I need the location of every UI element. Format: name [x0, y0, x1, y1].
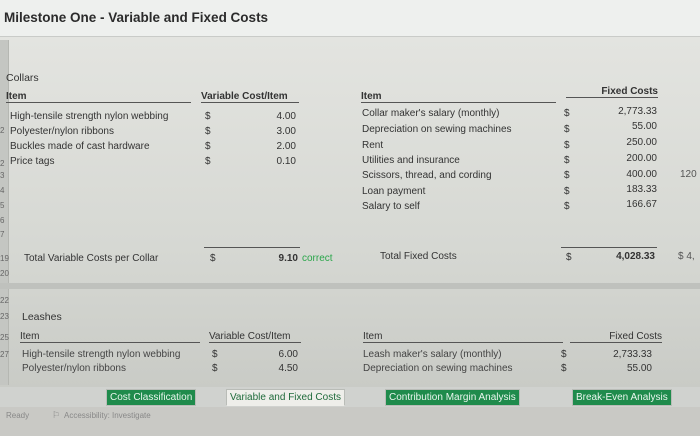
status-bar: Ready ⚐ Accessibility: Investigate: [0, 407, 700, 436]
row-number[interactable]: 2: [0, 126, 4, 135]
currency-symbol: $: [212, 349, 218, 360]
variable-item-label: Polyester/nylon ribbons: [22, 363, 126, 374]
fixed-item-label: Collar maker's salary (monthly): [362, 108, 500, 119]
leashes-item-header: Item: [20, 331, 200, 343]
currency-symbol: $: [564, 140, 570, 151]
variable-item-label: Polyester/nylon ribbons: [10, 126, 114, 137]
fixed-cost-value[interactable]: 400.00: [590, 169, 657, 180]
leashes-fixed-header: Fixed Costs: [570, 331, 662, 343]
fixed-item-label: Leash maker's salary (monthly): [363, 349, 502, 360]
fixed-item-label: Rent: [362, 140, 384, 151]
variable-item-label: Price tags: [10, 156, 55, 167]
fixed-item-label: Salary to self: [362, 201, 420, 212]
status-ready: Ready: [6, 411, 30, 420]
currency-symbol: $: [564, 108, 570, 119]
row-number[interactable]: 20: [0, 269, 9, 278]
currency-symbol: $: [564, 170, 570, 181]
tab-break-even-analysis[interactable]: Break-Even Analysis: [572, 389, 672, 406]
fixed-item-label: Utilities and insurance: [362, 155, 460, 166]
variable-cost-value[interactable]: 4.00: [240, 111, 296, 122]
accessibility-icon[interactable]: ⚐: [52, 410, 60, 421]
fixed-cost-value[interactable]: 55.00: [590, 363, 652, 374]
row-number[interactable]: 23: [0, 312, 9, 321]
fixed-cost-value[interactable]: 200.00: [590, 153, 657, 164]
leashes-section-title: Leashes: [22, 311, 62, 323]
row-number[interactable]: 4: [0, 186, 4, 195]
fixed-cost-value[interactable]: 55.00: [590, 121, 657, 132]
currency-symbol: $: [205, 141, 211, 152]
fixed-cost-value[interactable]: 166.67: [590, 199, 657, 210]
fixed-cost-value[interactable]: 183.33: [590, 184, 657, 195]
tab-contribution-margin-analysis[interactable]: Contribution Margin Analysis: [385, 389, 520, 406]
currency-symbol: $: [561, 349, 567, 360]
sheet-tab-bar: Cost Classification Variable and Fixed C…: [0, 387, 700, 407]
fixed-cost-value[interactable]: 2,733.33: [590, 349, 652, 360]
fixed-item-label: Depreciation on sewing machines: [362, 124, 512, 135]
total-fixed-label: Total Fixed Costs: [380, 251, 457, 262]
row-number[interactable]: 6: [0, 216, 4, 225]
title-bar: Milestone One - Variable and Fixed Costs: [0, 0, 700, 37]
fixed-item-label: Scissors, thread, and cording: [362, 170, 492, 181]
fixed-cost-value[interactable]: 250.00: [590, 137, 657, 148]
row-number[interactable]: 3: [0, 171, 4, 180]
variable-cost-value[interactable]: 6.00: [250, 349, 298, 360]
currency-symbol: $: [205, 111, 211, 122]
page-title: Milestone One - Variable and Fixed Costs: [4, 10, 269, 25]
clipped-cell-value[interactable]: 120: [680, 169, 697, 180]
collars-section-title: Collars: [6, 72, 39, 84]
variable-cost-value[interactable]: 3.00: [240, 126, 296, 137]
row-number[interactable]: 5: [0, 201, 4, 210]
variable-item-label: Buckles made of cast hardware: [10, 141, 150, 152]
collars-fixed-header: Fixed Costs: [566, 86, 658, 98]
collars-variable-header: Variable Cost/Item: [201, 91, 299, 103]
total-underline: [204, 247, 300, 248]
currency-symbol: $: [564, 201, 570, 212]
total-variable-value[interactable]: 9.10: [240, 253, 298, 264]
leashes-variable-header: Variable Cost/Item: [209, 331, 301, 343]
currency-symbol: $: [205, 126, 211, 137]
accessibility-status[interactable]: Accessibility: Investigate: [64, 411, 151, 420]
total-underline: [561, 247, 657, 248]
clipped-cell-value[interactable]: $ 4,: [678, 251, 695, 262]
fixed-cost-value[interactable]: 2,773.33: [590, 106, 657, 117]
fixed-item-label: Depreciation on sewing machines: [363, 363, 513, 374]
variable-cost-value[interactable]: 2.00: [240, 141, 296, 152]
currency-symbol: $: [564, 186, 570, 197]
row-number[interactable]: 19: [0, 254, 9, 263]
total-fixed-value[interactable]: 4,028.33: [590, 251, 655, 262]
variable-item-label: High-tensile strength nylon webbing: [22, 349, 181, 360]
currency-symbol: $: [210, 253, 216, 264]
currency-symbol: $: [561, 363, 567, 374]
currency-symbol: $: [564, 155, 570, 166]
total-variable-label: Total Variable Costs per Collar: [24, 253, 159, 264]
collars-item-header: Item: [6, 91, 191, 103]
variable-cost-value[interactable]: 0.10: [240, 156, 296, 167]
row-number[interactable]: 7: [0, 230, 4, 239]
tab-variable-and-fixed-costs[interactable]: Variable and Fixed Costs: [226, 389, 345, 406]
collars-fixed-item-header: Item: [361, 91, 556, 103]
variable-item-label: High-tensile strength nylon webbing: [10, 111, 169, 122]
tab-cost-classification[interactable]: Cost Classification: [106, 389, 197, 406]
variable-cost-value[interactable]: 4.50: [250, 363, 298, 374]
currency-symbol: $: [212, 363, 218, 374]
currency-symbol: $: [564, 124, 570, 135]
leashes-fixed-item-header: Item: [363, 331, 563, 343]
row-number[interactable]: 22: [0, 296, 9, 305]
fixed-item-label: Loan payment: [362, 186, 426, 197]
correct-check-text: correct: [302, 253, 333, 264]
currency-symbol: $: [566, 252, 572, 263]
currency-symbol: $: [205, 156, 211, 167]
row-number[interactable]: 25: [0, 333, 9, 342]
row-number[interactable]: 27: [0, 350, 9, 359]
row-number[interactable]: 2: [0, 159, 4, 168]
section-divider: [0, 283, 700, 289]
